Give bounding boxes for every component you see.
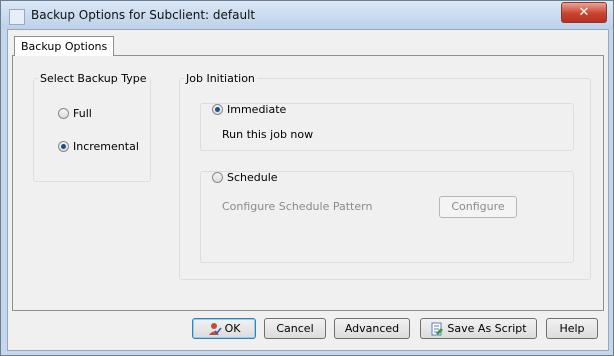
immediate-box: Immediate Run this job now: [200, 103, 574, 151]
save-as-script-button[interactable]: Save As Script: [420, 318, 537, 339]
radio-schedule-indicator[interactable]: [212, 172, 223, 183]
radio-incremental-label: Incremental: [73, 140, 139, 153]
configure-button[interactable]: Configure: [439, 196, 517, 218]
ok-label: OK: [224, 322, 241, 335]
schedule-pattern-label: Configure Schedule Pattern: [222, 200, 373, 213]
save-as-script-label: Save As Script: [447, 322, 527, 335]
ok-button[interactable]: OK: [192, 318, 256, 339]
radio-immediate-label: Immediate: [227, 103, 287, 116]
immediate-description: Run this job now: [222, 128, 314, 141]
dialog-window: Backup Options for Subclient: default ✕ …: [0, 0, 614, 356]
close-button[interactable]: ✕: [561, 2, 607, 23]
schedule-box: Schedule Configure Schedule Pattern Conf…: [200, 171, 574, 263]
backup-type-legend: Select Backup Type: [40, 72, 147, 85]
user-check-icon: [208, 322, 222, 335]
radio-full-label: Full: [73, 107, 92, 120]
radio-incremental-indicator[interactable]: [58, 141, 69, 152]
radio-full-indicator[interactable]: [58, 108, 69, 119]
window-title: Backup Options for Subclient: default: [31, 8, 256, 22]
backup-type-group: Select Backup Type Full Incremental: [33, 72, 151, 182]
help-button[interactable]: Help: [546, 318, 598, 339]
tab-backup-options[interactable]: Backup Options: [14, 36, 115, 56]
title-bar[interactable]: Backup Options for Subclient: default ✕: [1, 1, 613, 29]
radio-schedule[interactable]: Schedule: [212, 171, 278, 184]
radio-incremental[interactable]: Incremental: [58, 140, 139, 153]
tab-panel: Select Backup Type Full Incremental Job …: [12, 55, 604, 311]
dialog-body: Backup Options Select Backup Type Full I…: [7, 29, 609, 351]
cancel-button[interactable]: Cancel: [264, 318, 326, 339]
radio-immediate[interactable]: Immediate: [212, 103, 286, 116]
radio-schedule-label: Schedule: [227, 171, 278, 184]
radio-immediate-indicator[interactable]: [212, 104, 223, 115]
advanced-button[interactable]: Advanced: [334, 318, 410, 339]
window-icon: [9, 9, 25, 25]
script-icon: [431, 322, 444, 335]
job-initiation-group: Job Initiation Immediate Run this job no…: [179, 72, 591, 280]
radio-full[interactable]: Full: [58, 107, 92, 120]
job-initiation-legend: Job Initiation: [186, 72, 255, 85]
